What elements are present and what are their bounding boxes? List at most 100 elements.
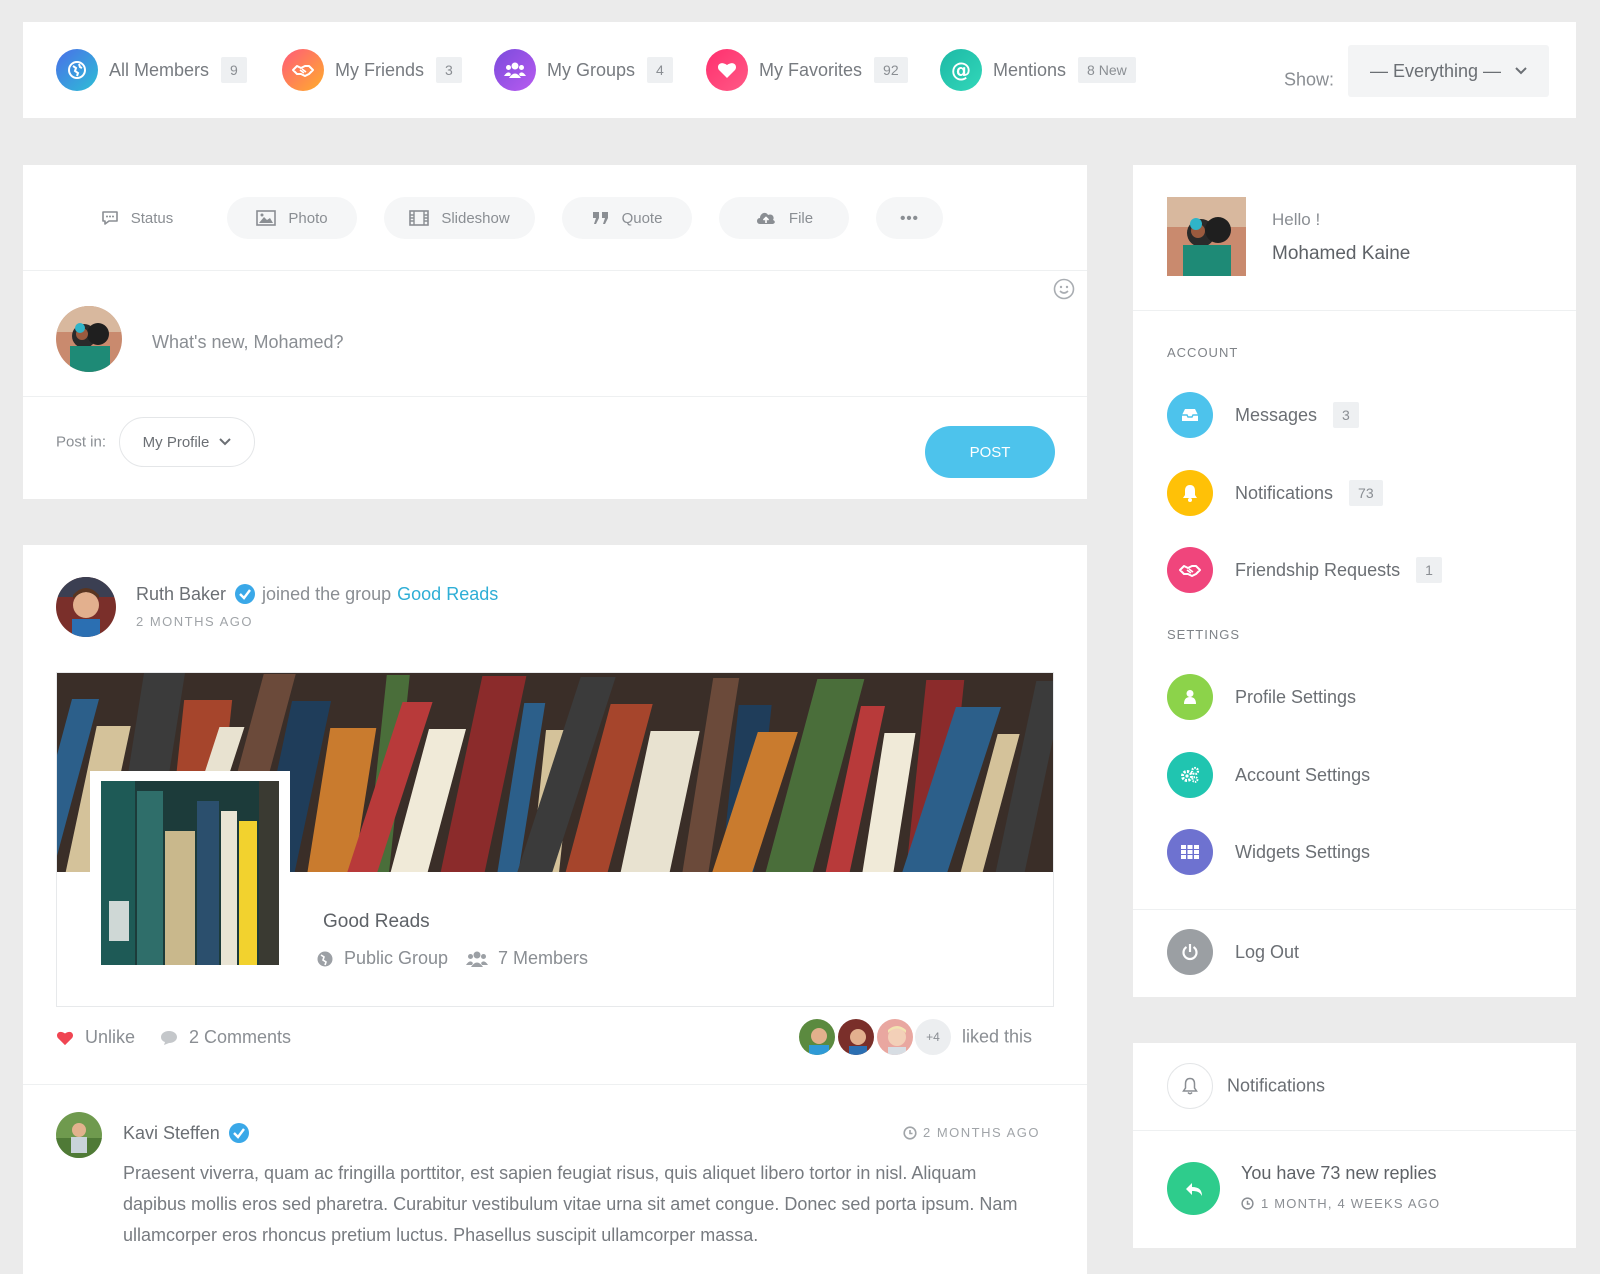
comment-author-link[interactable]: Kavi Steffen	[123, 1123, 220, 1144]
filter-all-members[interactable]: All Members 9	[56, 48, 247, 92]
avatar	[56, 306, 122, 372]
menu-count: 3	[1333, 402, 1359, 428]
activity-header: Ruth Baker joined the group Good Reads	[136, 583, 498, 605]
more-icon: •••	[900, 209, 919, 227]
avatar[interactable]	[56, 1112, 102, 1158]
greeting: Hello !	[1272, 210, 1321, 229]
divider	[1133, 310, 1576, 311]
inbox-icon	[1167, 392, 1213, 438]
post-type-quote[interactable]: Quote	[562, 197, 692, 239]
post-type-label: File	[788, 209, 814, 227]
menu-label: Log Out	[1235, 941, 1300, 962]
user-name: Mohamed Kaine	[1272, 243, 1411, 264]
post-type-label: Photo	[288, 209, 328, 227]
whats-new-input[interactable]	[152, 326, 972, 358]
notification-time-label: 1 MONTH, 4 WEEKS AGO	[1261, 1196, 1441, 1211]
divider	[23, 396, 1087, 397]
notification-item-link[interactable]: You have 73 new replies	[1241, 1163, 1436, 1184]
filter-label: Mentions	[993, 59, 1067, 80]
users-icon	[494, 49, 536, 91]
more-options-button[interactable]: •••	[876, 197, 943, 239]
image-icon	[256, 210, 277, 226]
comment-timestamp: 2 MONTHS AGO	[903, 1125, 1040, 1140]
divider	[23, 270, 1087, 271]
avatar[interactable]	[1167, 197, 1246, 276]
post-type-label: Quote	[621, 209, 663, 227]
post-in-value: My Profile	[142, 433, 210, 451]
filter-count: 3	[436, 57, 462, 83]
speech-bubble-icon	[101, 211, 118, 225]
activity-item: Ruth Baker joined the group Good Reads 2…	[23, 545, 1087, 1274]
author-link[interactable]: Ruth Baker	[136, 584, 226, 605]
menu-label: Account Settings	[1235, 764, 1371, 785]
group-members: 7 Members	[466, 948, 588, 969]
unlike-label: Unlike	[85, 1027, 136, 1047]
menu-label: Profile Settings	[1235, 686, 1357, 707]
menu-count: 73	[1349, 480, 1383, 506]
filter-my-friends[interactable]: My Friends 3	[282, 48, 462, 92]
menu-friendship-requests[interactable]: Friendship Requests 1	[1167, 547, 1442, 593]
menu-label: Notifications	[1235, 482, 1334, 503]
liker-avatar[interactable]	[797, 1017, 837, 1057]
more-likers-badge[interactable]: +4	[913, 1017, 953, 1057]
group-card[interactable]: Good Reads Public Group 7 Members	[56, 672, 1054, 1007]
account-section-label: ACCOUNT	[1167, 345, 1239, 360]
menu-notifications[interactable]: Notifications 73	[1167, 470, 1383, 516]
comment-icon	[161, 1030, 177, 1045]
unlike-button[interactable]: Unlike	[56, 1027, 135, 1048]
show-dropdown[interactable]: — Everything —	[1348, 45, 1549, 97]
comments-label: 2 Comments	[189, 1027, 292, 1047]
filter-my-groups[interactable]: My Groups 4	[494, 48, 673, 92]
post-in-dropdown[interactable]: My Profile	[119, 417, 255, 467]
comments-button[interactable]: 2 Comments	[160, 1027, 291, 1048]
verified-badge-icon	[235, 584, 256, 604]
divider	[23, 1084, 1087, 1085]
filter-count: 9	[221, 57, 247, 83]
cloud-upload-icon	[756, 212, 775, 224]
menu-profile-settings[interactable]: Profile Settings	[1167, 674, 1356, 720]
gears-icon	[1167, 752, 1213, 798]
post-type-status[interactable]: Status	[81, 197, 193, 239]
menu-label: Messages	[1235, 404, 1318, 425]
globe-icon	[56, 49, 98, 91]
liker-avatar[interactable]	[875, 1017, 915, 1057]
filter-count: 4	[647, 57, 673, 83]
post-type-file[interactable]: File	[719, 197, 849, 239]
menu-label: Friendship Requests	[1235, 559, 1401, 580]
menu-widgets-settings[interactable]: Widgets Settings	[1167, 829, 1370, 875]
filter-mentions[interactable]: @ Mentions 8 New	[940, 48, 1136, 92]
post-button[interactable]: POST	[925, 426, 1055, 478]
verified-badge-icon	[228, 1123, 249, 1143]
filter-label: My Groups	[547, 59, 636, 80]
comment-text: Praesent viverra, quam ac fringilla port…	[123, 1163, 1018, 1245]
comment-time-label: 2 MONTHS AGO	[923, 1125, 1040, 1140]
avatar[interactable]	[56, 577, 116, 637]
post-type-label: Status	[130, 209, 174, 227]
comment-header: Kavi Steffen	[123, 1122, 250, 1144]
notifications-widget: Notifications You have 73 new replies 1 …	[1133, 1043, 1576, 1248]
post-type-photo[interactable]: Photo	[227, 197, 357, 239]
handshake-icon	[282, 49, 324, 91]
post-type-slideshow[interactable]: Slideshow	[384, 197, 535, 239]
menu-messages[interactable]: Messages 3	[1167, 392, 1359, 438]
show-label: Show:	[1284, 69, 1335, 90]
at-icon: @	[940, 49, 982, 91]
user-icon	[1167, 674, 1213, 720]
chevron-down-icon	[219, 438, 232, 446]
filter-my-favorites[interactable]: My Favorites 92	[706, 48, 908, 92]
handshake-icon	[1167, 547, 1213, 593]
heart-icon	[706, 49, 748, 91]
post-composer: Status Photo Slideshow Quote File ••• Po…	[23, 165, 1087, 499]
liked-this-label: liked this	[962, 1026, 1033, 1047]
emoji-icon[interactable]	[1053, 278, 1075, 300]
show-dropdown-value: — Everything —	[1369, 60, 1502, 81]
menu-account-settings[interactable]: Account Settings	[1167, 752, 1370, 798]
post-in-label: Post in:	[56, 433, 107, 451]
account-sidebar: Hello ! Mohamed Kaine ACCOUNT Messages 3…	[1133, 165, 1576, 997]
liker-avatar[interactable]	[836, 1017, 876, 1057]
notification-time: 1 MONTH, 4 WEEKS AGO	[1241, 1196, 1440, 1211]
logout-button[interactable]: Log Out	[1167, 929, 1299, 975]
group-link[interactable]: Good Reads	[397, 584, 498, 605]
filter-label: My Favorites	[759, 59, 863, 80]
widget-title: Notifications	[1227, 1075, 1326, 1096]
